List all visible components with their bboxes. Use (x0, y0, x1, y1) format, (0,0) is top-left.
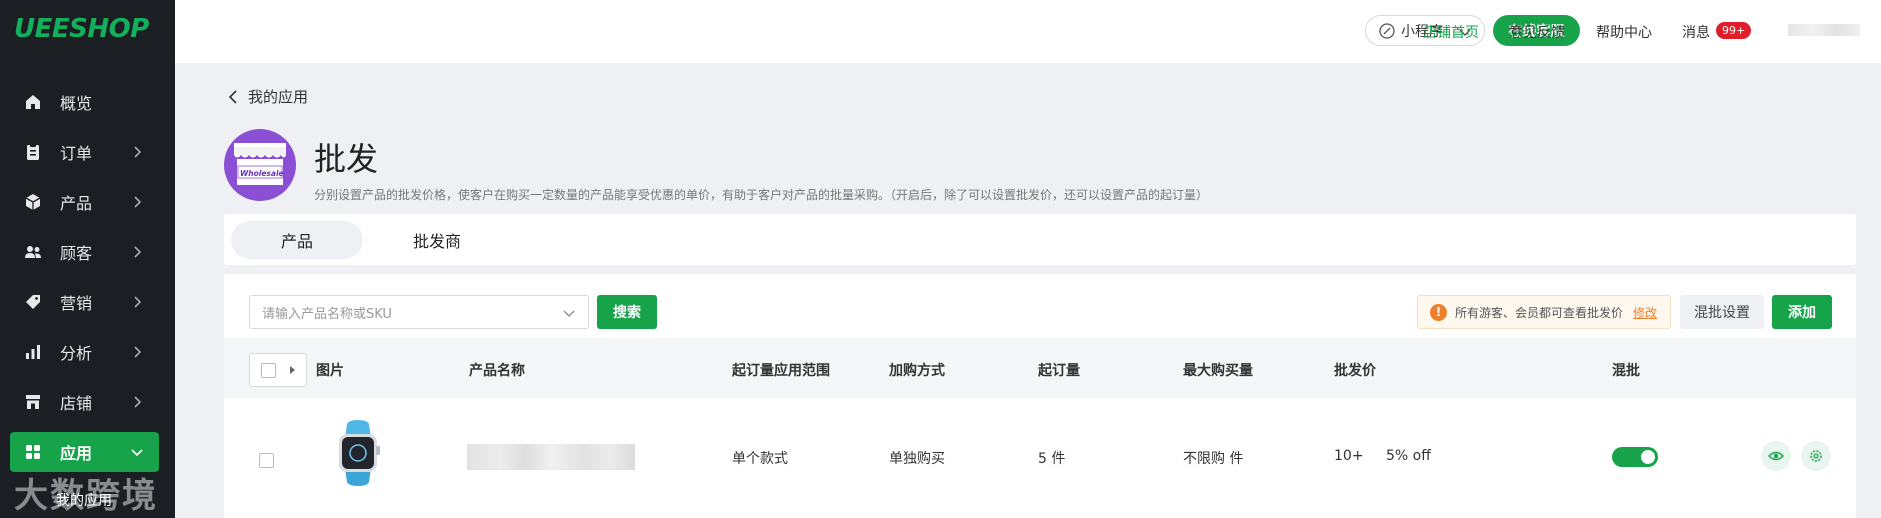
col-mixed: 混批 (1612, 363, 1640, 379)
add-button[interactable]: 添加 (1772, 295, 1832, 329)
user-account[interactable] (1788, 24, 1860, 36)
chevron-right-icon (134, 246, 142, 258)
toggle-knob (1641, 450, 1655, 464)
messages-link[interactable]: 消息 (1682, 22, 1710, 42)
sidebar-item-apps[interactable]: 应用 (10, 432, 159, 472)
col-image: 图片 (316, 363, 344, 379)
notice-modify-link[interactable]: 修改 (1633, 304, 1657, 321)
back-link[interactable]: 我的应用 (228, 86, 308, 107)
sidebar-item-orders[interactable]: 订单 (10, 132, 159, 172)
sidebar-item-label: 产品 (60, 194, 93, 213)
messages-badge: 99+ (1716, 22, 1752, 39)
sidebar-item-label: 营销 (60, 294, 93, 313)
clipboard-icon (22, 141, 44, 163)
sidebar: UEESHOP 概览 订单 产品 顾客 营销 分析 店铺 应用 大数跨境 我的应… (0, 0, 175, 518)
bulk-select[interactable] (249, 353, 307, 387)
sidebar-item-label: 概览 (60, 94, 93, 113)
chevron-right-icon (134, 296, 142, 308)
users-icon (22, 241, 44, 263)
link-icon (1379, 22, 1395, 39)
select-all-checkbox[interactable] (261, 363, 276, 378)
mixed-settings-button[interactable]: 混批设置 (1680, 295, 1764, 329)
sidebar-item-label: 店铺 (60, 394, 93, 413)
sidebar-item-products[interactable]: 产品 (10, 182, 159, 222)
search-input[interactable]: 请输入产品名称或SKU (249, 295, 589, 329)
search-button[interactable]: 搜索 (597, 295, 657, 329)
wholesale-app-logo: Wholesale (224, 129, 296, 201)
caret-right-icon (290, 366, 295, 374)
chevron-right-icon (134, 346, 142, 358)
sidebar-item-store[interactable]: 店铺 (10, 382, 159, 422)
col-max-purchase: 最大购买量 (1183, 363, 1253, 379)
page-title: 批发 (314, 140, 379, 178)
store-home-link[interactable]: 店铺首页 (1423, 22, 1479, 42)
sidebar-item-analytics[interactable]: 分析 (10, 332, 159, 372)
visibility-notice: ! 所有游客、会员都可查看批发价 修改 (1417, 295, 1671, 329)
notice-text: 所有游客、会员都可查看批发价 (1455, 305, 1624, 320)
tab-wholesalers[interactable]: 批发商 (371, 221, 503, 259)
product-image (339, 420, 380, 486)
chevron-right-icon (134, 396, 142, 408)
search-placeholder: 请输入产品名称或SKU (262, 306, 392, 322)
back-label: 我的应用 (248, 88, 309, 106)
feedback-link[interactable]: 意见反馈 (1509, 22, 1565, 42)
sidebar-item-overview[interactable]: 概览 (10, 82, 159, 122)
col-purchase-mode: 加购方式 (889, 363, 945, 379)
col-min-order: 起订量 (1038, 363, 1080, 379)
cell-moq-scope: 单个款式 (732, 451, 788, 467)
sidebar-item-customers[interactable]: 顾客 (10, 232, 159, 272)
chevron-right-icon (134, 196, 142, 208)
tab-products[interactable]: 产品 (231, 221, 363, 259)
warning-icon: ! (1430, 303, 1447, 321)
product-list-card: 请输入产品名称或SKU 搜索 ! 所有游客、会员都可查看批发价 修改 混批设置 … (224, 274, 1856, 518)
sidebar-item-label: 顾客 (60, 244, 93, 263)
box-icon (22, 191, 44, 213)
apps-icon (22, 441, 44, 463)
sidebar-subitem-my-apps[interactable]: 我的应用 (56, 490, 112, 510)
col-wholesale-price: 批发价 (1334, 363, 1376, 379)
bar-chart-icon (22, 341, 44, 363)
mixed-toggle[interactable] (1612, 447, 1658, 467)
page-description: 分别设置产品的批发价格，使客户在购买一定数量的产品能享受优惠的单价，有助于客户对… (314, 188, 1209, 202)
chevron-down-icon (563, 310, 575, 317)
col-moq-scope: 起订量应用范围 (732, 363, 830, 379)
tab-bar: 产品 批发商 (224, 214, 1856, 265)
sidebar-item-label: 分析 (60, 344, 93, 363)
col-product-name: 产品名称 (469, 363, 525, 379)
view-button[interactable] (1761, 441, 1791, 471)
chevron-right-icon (134, 146, 142, 158)
row-checkbox[interactable] (259, 453, 274, 468)
cell-wholesale-qty: 10+ (1334, 448, 1364, 464)
sidebar-item-marketing[interactable]: 营销 (10, 282, 159, 322)
home-icon (22, 91, 44, 113)
help-center-link[interactable]: 帮助中心 (1596, 22, 1652, 42)
product-name[interactable] (467, 444, 635, 470)
settings-button[interactable] (1801, 441, 1831, 471)
app-logo-text: Wholesale (240, 169, 284, 178)
cell-wholesale-discount: 5% off (1386, 448, 1431, 464)
eye-icon (1768, 451, 1784, 461)
table-header: 图片 产品名称 起订量应用范围 加购方式 起订量 最大购买量 批发价 混批 (224, 338, 1856, 398)
store-icon (22, 391, 44, 413)
sidebar-item-label: 订单 (60, 144, 93, 163)
cell-purchase-mode: 单独购买 (889, 451, 945, 467)
chevron-left-icon (228, 89, 237, 104)
cell-max-purchase: 不限购 件 (1183, 451, 1244, 467)
brand-logo[interactable]: UEESHOP (14, 14, 149, 44)
tag-icon (22, 291, 44, 313)
top-header: 小程序 在线客服 店铺首页 意见反馈 帮助中心 消息 99+ (175, 0, 1881, 63)
cell-min-order: 5 件 (1038, 451, 1066, 467)
sidebar-item-label: 应用 (60, 444, 93, 463)
chevron-down-icon (131, 449, 143, 457)
gear-icon (1810, 450, 1822, 462)
table-row: 单个款式 单独购买 5 件 不限购 件 10+ 5% off (224, 398, 1856, 518)
